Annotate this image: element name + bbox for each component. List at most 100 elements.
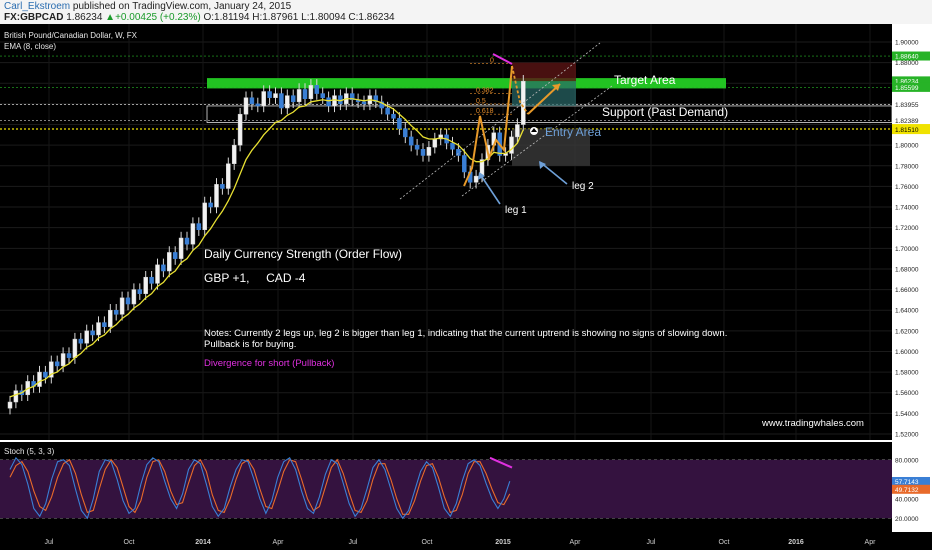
entry-area-label: Entry Area [545, 125, 601, 139]
bear-candle [43, 371, 48, 378]
price-tick-label: 1.54000 [895, 411, 919, 418]
price-level-label: 1.83955 [895, 102, 919, 109]
time-tick-label: 2014 [195, 539, 211, 546]
divergence-note: Divergence for short (Pullback) [204, 358, 334, 369]
bear-candle [161, 264, 166, 272]
price-tick-label: 1.60000 [895, 349, 919, 356]
notes-text: Notes: Currently 2 legs up, leg 2 is big… [204, 328, 727, 339]
bull-candle [37, 371, 42, 387]
bear-candle [54, 361, 60, 367]
time-tick-label: Apr [865, 539, 877, 546]
stoch-tick-label: 80.0000 [895, 457, 919, 464]
price-tick-label: 1.74000 [895, 205, 919, 212]
bull-candle [72, 338, 78, 358]
trend-drawings [399, 42, 613, 205]
bull-candle [214, 184, 219, 208]
bull-candle [178, 237, 184, 259]
price-level-label: 1.82389 [895, 118, 919, 125]
last-price: 1.86234 [66, 12, 103, 23]
bear-candle [361, 101, 367, 105]
bear-candle [414, 144, 420, 150]
bear-candle [255, 103, 261, 107]
fib-level-label: 0.382 [476, 88, 494, 95]
price-panel[interactable]: 0 0.382 0.5 0.618 British Pound/Canadian Do… [0, 24, 893, 440]
bear-candle [385, 107, 390, 115]
time-tick-label: Oct [422, 539, 433, 546]
bear-candle [172, 252, 178, 259]
bear-candle [113, 309, 119, 315]
target-area-label: Target Area [614, 73, 676, 87]
price-tick-label: 1.68000 [895, 266, 919, 273]
bear-candle [290, 95, 296, 103]
bull-candle [190, 223, 196, 245]
bear-candle [408, 136, 414, 146]
reward-box [512, 62, 576, 82]
time-tick-label: Oct [124, 539, 135, 546]
price-tick-label: 1.64000 [895, 308, 919, 315]
stoch-tick-label: 20.0000 [895, 516, 919, 523]
bull-candle [273, 93, 278, 98]
price-tick-label: 1.72000 [895, 225, 919, 232]
bull-candle [432, 138, 438, 148]
bull-candle [308, 85, 314, 99]
leg2-label: leg 2 [572, 181, 594, 192]
ema-indicator-label: EMA (8, close) [4, 42, 56, 51]
bull-candle [60, 353, 66, 367]
bull-candle [13, 390, 19, 403]
price-axis[interactable]: 1.900001.880001.860001.840001.820001.800… [892, 24, 932, 440]
price-tick-label: 1.62000 [895, 328, 919, 335]
stoch-panel[interactable]: Stoch (5, 3, 3) [0, 442, 892, 532]
price-tick-label: 1.58000 [895, 370, 919, 377]
bear-candle [420, 149, 426, 156]
bear-candle [249, 97, 255, 105]
stoch-axis[interactable]: 80.0000 40.0000 20.0000 57.7143 49.7132 [892, 442, 932, 532]
bear-candle [326, 97, 331, 107]
bull-candle [332, 95, 337, 107]
author-link[interactable]: Carl_Ekstroem [4, 1, 70, 12]
bull-candle [119, 297, 125, 315]
price-chart: 0 0.382 0.5 0.618 British Pound/Canadian Do… [0, 24, 893, 440]
bull-candle [296, 89, 302, 103]
bear-candle [267, 91, 272, 98]
bull-candle [155, 264, 160, 284]
bull-candle [237, 113, 243, 146]
chart-header: Carl_Ekstroem published on TradingView.c… [0, 0, 932, 24]
bear-candle [125, 297, 131, 305]
fib-level-label: 0.618 [476, 108, 494, 115]
bull-candle [243, 97, 249, 115]
bear-candle [90, 330, 95, 336]
stoch-title: Stoch (5, 3, 3) [4, 447, 55, 456]
bull-candle [96, 322, 101, 336]
bull-candle [84, 330, 89, 344]
price-tick-label: 1.70000 [895, 246, 919, 253]
time-axis[interactable]: Jul Oct 2014 Apr Jul Oct 2015 Apr Jul Oct 2016 Apr [0, 532, 932, 550]
bull-candle [143, 276, 148, 294]
price-tick-label: 1.78000 [895, 163, 919, 170]
bear-candle [102, 322, 107, 327]
bull-candle [231, 144, 237, 164]
price-tick-label: 1.66000 [895, 287, 919, 294]
bear-candle [137, 289, 143, 294]
notes-text-2: Pullback is for buying. [204, 339, 296, 350]
bull-candle [261, 91, 266, 107]
price-tick-label: 1.76000 [895, 184, 919, 191]
bear-candle [184, 237, 190, 245]
bull-candle [108, 309, 113, 327]
time-tick-label: Oct [719, 539, 730, 546]
chart-title: British Pound/Canadian Dollar, W, FX [4, 31, 138, 40]
bear-candle [391, 113, 396, 119]
bear-candle [397, 118, 402, 129]
price-tick-label: 1.52000 [895, 432, 919, 439]
currency-strength-values: GBP +1, CAD -4 [204, 271, 306, 285]
price-tick-label: 1.90000 [895, 40, 919, 47]
time-tick-label: Apr [273, 539, 285, 546]
bear-candle [149, 276, 154, 284]
bear-candle [462, 155, 467, 173]
time-tick-label: Jul [349, 539, 358, 546]
currency-strength-title: Daily Currency Strength (Order Flow) [204, 247, 402, 261]
stoch-tick-label: 40.0000 [895, 496, 919, 503]
price-level-label: 1.85599 [895, 85, 919, 92]
bear-candle [403, 128, 408, 138]
fib-level-label: 0 [490, 58, 494, 65]
stoch-d-value: 49.7132 [895, 487, 919, 494]
